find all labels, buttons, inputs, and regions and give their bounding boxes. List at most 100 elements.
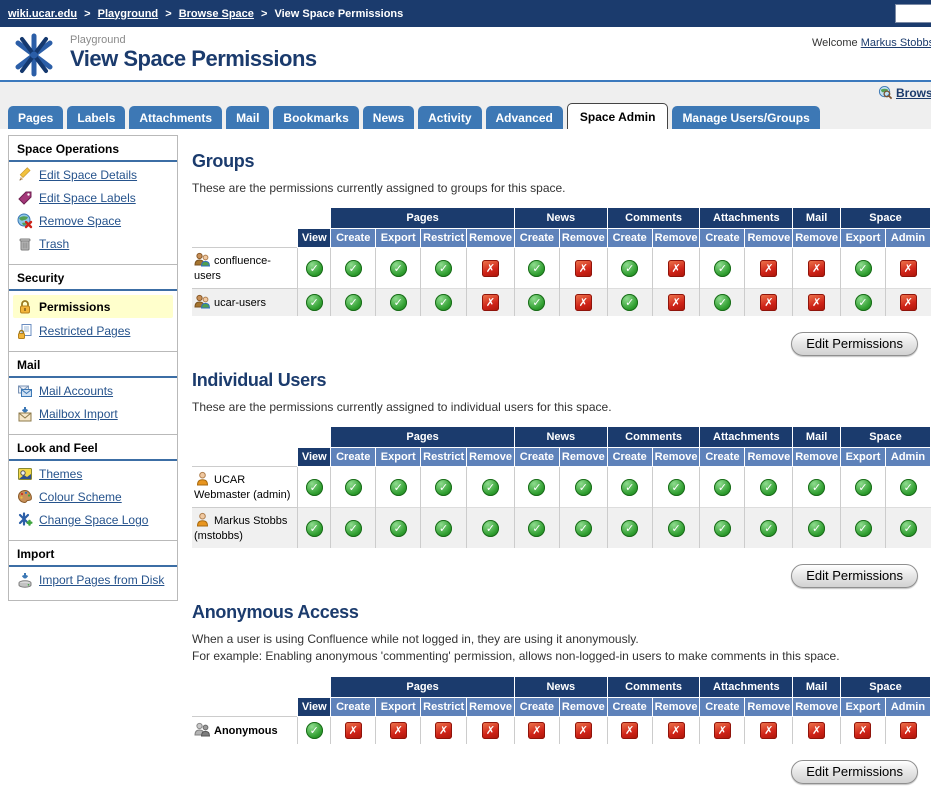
tab-labels[interactable]: Labels xyxy=(67,106,125,129)
cross-icon: ✗ xyxy=(621,722,638,739)
permission-allowed-cell: ✓ xyxy=(841,508,886,548)
permission-allowed-cell: ✓ xyxy=(331,248,376,289)
trash-icon xyxy=(17,236,33,252)
breadcrumb-item[interactable]: Playground xyxy=(98,8,159,20)
sidebar-item-mailbox-import[interactable]: Mailbox Import xyxy=(9,401,177,424)
column-group-news: News xyxy=(514,427,607,448)
check-icon: ✓ xyxy=(306,294,323,311)
sidebar-item-trash[interactable]: Trash xyxy=(9,231,177,254)
current-user-link[interactable]: Markus Stobbs xyxy=(861,37,931,49)
permission-denied-cell: ✗ xyxy=(652,248,700,289)
permission-allowed-cell: ✓ xyxy=(298,716,331,744)
sidebar-item-mail-accounts[interactable]: Mail Accounts xyxy=(9,378,177,401)
permission-allowed-cell: ✓ xyxy=(298,467,331,508)
button-row: Edit Permissions xyxy=(192,332,918,356)
breadcrumb-item[interactable]: Browse Space xyxy=(179,8,254,20)
permission-allowed-cell: ✓ xyxy=(376,508,421,548)
permission-allowed-cell: ✓ xyxy=(607,467,652,508)
permission-denied-cell: ✗ xyxy=(840,716,885,744)
mailbox-import-icon xyxy=(17,406,33,422)
row-label: Anonymous xyxy=(192,716,298,744)
tab-pages[interactable]: Pages xyxy=(8,106,63,129)
edit-permissions-button-anonymous-access[interactable]: Edit Permissions xyxy=(791,760,918,784)
sidebar-item-label[interactable]: Import Pages from Disk xyxy=(39,573,164,587)
sidebar-item-import-pages-from-disk[interactable]: Import Pages from Disk xyxy=(9,567,177,590)
group-icon xyxy=(194,252,211,267)
column-header-restrict: Restrict xyxy=(421,697,467,716)
check-icon: ✓ xyxy=(306,260,323,277)
column-header-remove: Remove xyxy=(652,229,700,248)
column-header-export: Export xyxy=(841,229,886,248)
sidebar-section-look-and-feel: Look and FeelThemesColour SchemeChange S… xyxy=(8,434,178,541)
sidebar-item-label[interactable]: Edit Space Details xyxy=(39,168,137,182)
column-header-remove: Remove xyxy=(652,697,700,716)
anonymous-icon xyxy=(194,722,211,737)
spacer xyxy=(192,676,298,697)
check-icon: ✓ xyxy=(855,260,872,277)
sidebar-item-change-space-logo[interactable]: Change Space Logo xyxy=(9,507,177,530)
column-header-restrict: Restrict xyxy=(421,229,467,248)
column-header-restrict: Restrict xyxy=(421,448,467,467)
check-icon: ✓ xyxy=(345,260,362,277)
browse-link[interactable]: Browse xyxy=(878,85,931,100)
column-header-create: Create xyxy=(700,697,745,716)
sidebar-item-label[interactable]: Mail Accounts xyxy=(39,384,113,398)
cross-icon: ✗ xyxy=(482,294,499,311)
restricted-page-icon xyxy=(17,323,33,339)
permission-row-confluence-users: confluence-users✓✓✓✓✗✓✗✓✗✓✗✗✓✗ xyxy=(192,248,931,289)
permission-denied-cell: ✗ xyxy=(652,289,700,317)
sidebar-item-label[interactable]: Colour Scheme xyxy=(39,490,122,504)
pencil-icon xyxy=(17,167,33,183)
tab-space-admin[interactable]: Space Admin xyxy=(567,103,669,129)
sidebar-item-remove-space[interactable]: Remove Space xyxy=(9,208,177,231)
check-icon: ✓ xyxy=(435,479,452,496)
edit-permissions-button-individual-users[interactable]: Edit Permissions xyxy=(791,564,918,588)
sidebar-item-label[interactable]: Trash xyxy=(39,237,69,251)
column-header-admin: Admin xyxy=(886,448,931,467)
column-header-export: Export xyxy=(376,697,421,716)
permission-denied-cell: ✗ xyxy=(331,716,376,744)
permission-denied-cell: ✗ xyxy=(745,248,793,289)
sidebar-item-label[interactable]: Restricted Pages xyxy=(39,324,130,338)
permission-denied-cell: ✗ xyxy=(793,716,841,744)
sidebar: Space OperationsEdit Space DetailsEdit S… xyxy=(8,135,178,601)
tab-manage-users-groups[interactable]: Manage Users/Groups xyxy=(672,106,819,129)
tab-advanced[interactable]: Advanced xyxy=(486,106,563,129)
cross-icon: ✗ xyxy=(668,722,685,739)
sidebar-item-colour-scheme[interactable]: Colour Scheme xyxy=(9,484,177,507)
sidebar-item-restricted-pages[interactable]: Restricted Pages xyxy=(9,318,177,341)
tab-news[interactable]: News xyxy=(363,106,414,129)
permission-allowed-cell: ✓ xyxy=(793,508,841,548)
sidebar-item-themes[interactable]: Themes xyxy=(9,461,177,484)
cross-icon: ✗ xyxy=(808,260,825,277)
tab-bookmarks[interactable]: Bookmarks xyxy=(273,106,358,129)
permission-allowed-cell: ✓ xyxy=(841,289,886,317)
permission-allowed-cell: ✓ xyxy=(793,467,841,508)
column-header-create: Create xyxy=(607,448,652,467)
permission-denied-cell: ✗ xyxy=(421,716,467,744)
sidebar-item-edit-space-labels[interactable]: Edit Space Labels xyxy=(9,185,177,208)
search-input[interactable] xyxy=(895,4,931,23)
sidebar-item-label[interactable]: Edit Space Labels xyxy=(39,191,136,205)
permission-allowed-cell: ✓ xyxy=(700,248,745,289)
cross-icon: ✗ xyxy=(714,722,731,739)
sidebar-item-label[interactable]: Remove Space xyxy=(39,214,121,228)
sidebar-item-label[interactable]: Themes xyxy=(39,467,82,481)
tab-activity[interactable]: Activity xyxy=(418,106,481,129)
breadcrumb-item[interactable]: wiki.ucar.edu xyxy=(8,8,77,20)
column-group-comments: Comments xyxy=(607,676,700,697)
check-icon: ✓ xyxy=(900,520,917,537)
sidebar-item-permissions[interactable]: Permissions xyxy=(13,295,173,318)
spacer xyxy=(298,676,331,697)
column-header-remove: Remove xyxy=(793,448,841,467)
section-title-groups: Groups xyxy=(192,151,931,172)
permission-allowed-cell: ✓ xyxy=(376,248,421,289)
column-group-pages: Pages xyxy=(331,676,515,697)
tab-attachments[interactable]: Attachments xyxy=(129,106,222,129)
edit-permissions-button-groups[interactable]: Edit Permissions xyxy=(791,332,918,356)
sidebar-item-edit-space-details[interactable]: Edit Space Details xyxy=(9,162,177,185)
sidebar-item-label[interactable]: Mailbox Import xyxy=(39,407,118,421)
sidebar-item-label[interactable]: Change Space Logo xyxy=(39,513,148,527)
cross-icon: ✗ xyxy=(482,722,499,739)
tab-mail[interactable]: Mail xyxy=(226,106,269,129)
